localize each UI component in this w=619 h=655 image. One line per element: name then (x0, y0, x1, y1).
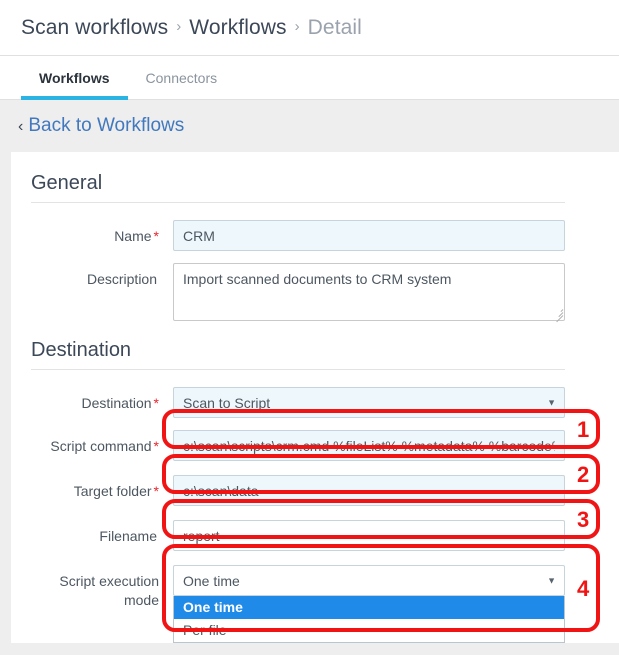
destination-select[interactable]: Scan to Script ▼ (173, 387, 565, 418)
label-description-text: Description (87, 271, 157, 287)
label-destination-text: Destination (82, 395, 152, 411)
breadcrumb-item-workflows[interactable]: Workflows (189, 16, 286, 40)
tab-workflows[interactable]: Workflows (21, 56, 128, 100)
field-wrap-target-folder (159, 475, 619, 506)
tab-bar: Workflows Connectors (0, 55, 619, 100)
field-wrap-destination: Scan to Script ▼ (159, 387, 619, 418)
description-textarea[interactable] (173, 263, 565, 321)
script-execution-mode-value: One time (183, 573, 240, 589)
label-description: Description (11, 263, 159, 289)
target-folder-input[interactable] (173, 475, 565, 506)
label-filename-text: Filename (99, 528, 157, 544)
script-command-input[interactable] (173, 430, 565, 461)
chevron-left-icon: ‹ (18, 119, 23, 135)
form-row-script-command: Script command* (11, 430, 619, 461)
breadcrumb-item-detail: Detail (308, 16, 362, 40)
form-row-filename: Filename (11, 520, 619, 551)
dropdown-option-per-file[interactable]: Per file (174, 619, 564, 642)
script-execution-mode-select[interactable]: One time ▼ (173, 565, 565, 596)
field-wrap-script-execution-mode: One time ▼ One time Per file (159, 565, 619, 643)
label-name-text: Name (114, 228, 151, 244)
back-to-workflows-label: Back to Workflows (28, 115, 184, 137)
chevron-down-icon: ▼ (547, 576, 556, 585)
tab-connectors[interactable]: Connectors (128, 56, 236, 100)
breadcrumb-separator-icon: › (295, 18, 300, 35)
filename-input[interactable] (173, 520, 565, 551)
form-row-target-folder: Target folder* (11, 475, 619, 506)
form-row-destination: Destination* Scan to Script ▼ (11, 387, 619, 418)
dropdown-option-one-time[interactable]: One time (174, 596, 564, 619)
chevron-down-icon: ▼ (547, 398, 556, 407)
destination-select-value: Scan to Script (183, 395, 270, 411)
field-wrap-description (159, 263, 619, 321)
label-script-execution-mode: Script execution mode (11, 565, 159, 610)
breadcrumb-item-scan-workflows[interactable]: Scan workflows (21, 16, 168, 40)
workflow-detail-card: General Name* Description Destination De… (11, 152, 619, 643)
label-target-folder: Target folder* (11, 475, 159, 501)
form-row-name: Name* (11, 220, 619, 251)
label-script-execution-mode-line1: Script execution (11, 572, 159, 591)
section-title-general: General (31, 172, 619, 195)
field-wrap-script-command (159, 430, 619, 461)
form-row-script-execution-mode: Script execution mode One time ▼ One tim… (11, 565, 619, 643)
tab-workflows-label: Workflows (39, 70, 110, 86)
label-script-execution-mode-line2: mode (11, 591, 159, 610)
back-to-workflows-link[interactable]: ‹ Back to Workflows (18, 115, 184, 137)
label-filename: Filename (11, 520, 159, 546)
breadcrumb: Scan workflows › Workflows › Detail (0, 0, 619, 55)
section-title-destination: Destination (31, 339, 619, 362)
label-script-command: Script command* (11, 430, 159, 456)
field-wrap-name (159, 220, 619, 251)
form-row-description: Description (11, 263, 619, 321)
tab-connectors-label: Connectors (146, 70, 218, 86)
label-target-folder-text: Target folder (74, 483, 152, 499)
label-name: Name* (11, 220, 159, 246)
back-link-row: ‹ Back to Workflows (0, 100, 619, 152)
name-input[interactable] (173, 220, 565, 251)
label-script-command-text: Script command (50, 438, 151, 454)
field-wrap-filename (159, 520, 619, 551)
breadcrumb-separator-icon: › (176, 18, 181, 35)
label-destination: Destination* (11, 387, 159, 413)
script-execution-mode-dropdown-list: One time Per file (173, 596, 565, 643)
